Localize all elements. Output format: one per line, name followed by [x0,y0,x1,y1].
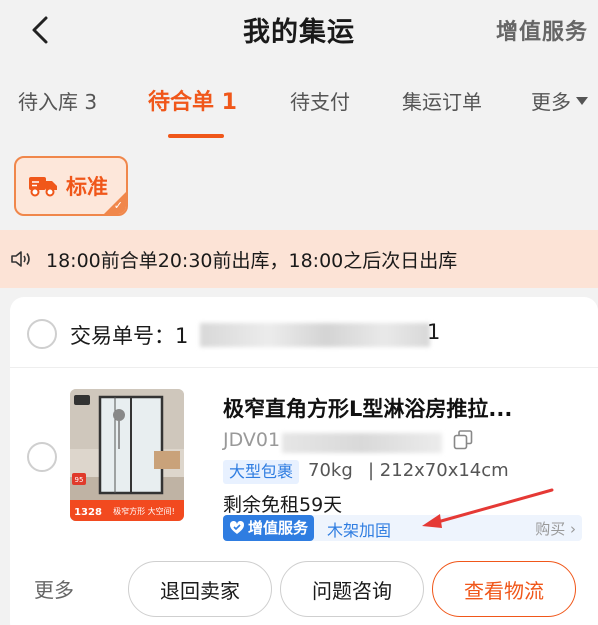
consult-issue-button[interactable]: 问题咨询 [280,561,424,617]
thumb-price: 1328 [74,507,102,518]
large-parcel-tag: 大型包裹 [223,460,300,484]
notice-banner: 18:00前合单20:30前出库，18:00之后次日出库 [0,230,598,288]
tab-pending-inbound[interactable]: 待入库 3 [18,86,97,115]
order-select-radio[interactable] [27,319,57,349]
parcel-weight: 70kg [308,460,353,481]
view-logistics-button[interactable]: 查看物流 [432,561,576,617]
free-storage-remaining: 剩余免租59天 [223,494,343,516]
tab-consolidation-orders[interactable]: 集运订单 [402,86,482,115]
vas-item-wood-frame: 木架加固 [327,521,392,540]
order-card: 交易单号：1 1 95 1328 极窄方形 大空间! 极窄直角方形L型淋浴房推拉… [10,297,598,625]
caret-down-icon [576,96,588,105]
shower-room-image: 95 1328 极窄方形 大空间! [70,389,184,521]
chevron-right-icon: › [565,520,576,538]
annotation-arrow-icon [422,488,554,528]
value-added-services-link[interactable]: 增值服务 [496,14,588,46]
tab-more[interactable]: 更多 [531,86,589,115]
more-actions-link[interactable]: 更多 [34,574,74,603]
thumb-slogan: 极窄方形 大空间! [113,506,175,516]
truck-icon [29,177,57,197]
notice-text: 18:00前合单20:30前出库，18:00之后次日出库 [46,249,458,272]
return-to-seller-button[interactable]: 退回卖家 [128,561,272,617]
product-thumbnail[interactable]: 95 1328 极窄方形 大空间! [70,389,184,521]
card-divider [10,367,598,368]
speaker-icon [11,251,30,267]
active-tab-indicator [168,134,224,138]
order-number-label: 交易单号：1 [70,324,189,348]
parcel-dimensions: | 212x70x14cm [368,460,509,481]
standard-mode-label: 标准 [66,175,108,199]
check-icon: ✓ [113,199,123,212]
tab-pending-merge[interactable]: 待合单 1 [148,84,237,116]
item-select-radio[interactable] [27,442,57,472]
heart-shield-icon [229,520,245,534]
order-number-redacted [200,323,430,347]
product-title[interactable]: 极窄直角方形L型淋浴房推拉... [223,393,588,423]
copy-icon[interactable] [453,430,473,450]
vas-tag-label: 增值服务 [248,519,309,537]
thumb-badge: 95 [75,476,84,484]
tab-bar: 待入库 3 待合单 1 待支付 集运订单 更多 [0,78,598,138]
sku-redacted [282,433,442,453]
sku-number: JDV01 [223,429,281,451]
standard-mode-badge[interactable]: 标准 ✓ [14,156,128,216]
header-bar: 我的集运 增值服务 [0,0,598,62]
tab-more-label: 更多 [531,90,571,114]
tab-pending-payment[interactable]: 待支付 [290,86,350,115]
vas-tag: 增值服务 [223,515,315,541]
order-number-tail: 1 [427,320,441,344]
